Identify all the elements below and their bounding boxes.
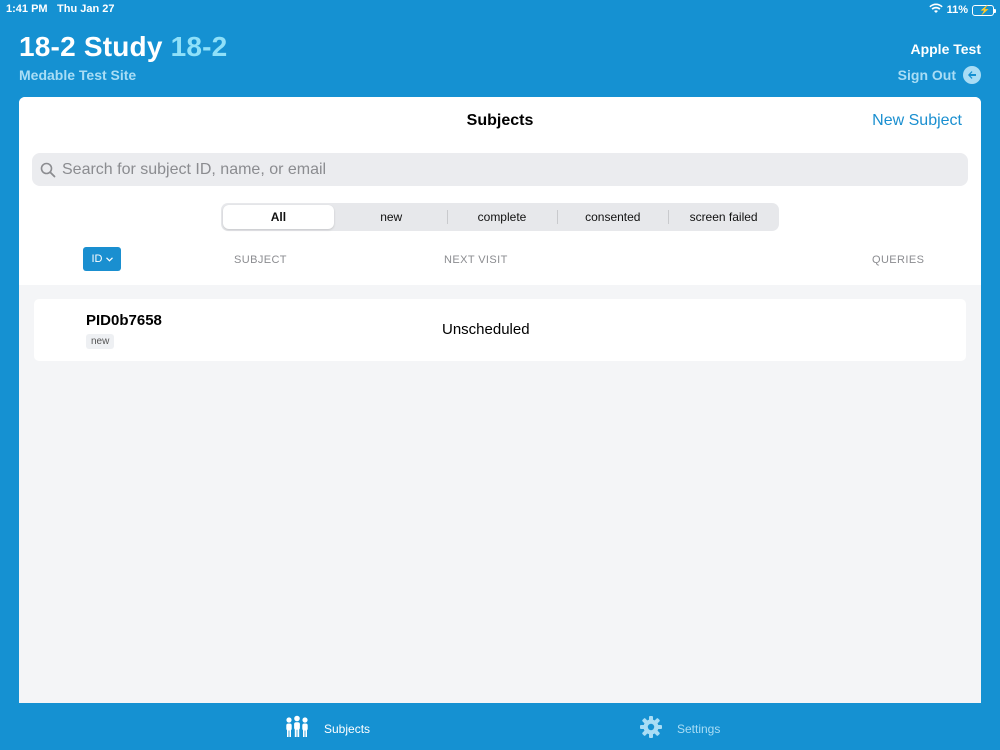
- battery-icon: ⚡: [972, 4, 996, 16]
- tab-settings-label: Settings: [677, 721, 721, 736]
- column-header-next-visit: NEXT VISIT: [444, 254, 508, 266]
- sort-id-label: ID: [91, 253, 103, 265]
- new-subject-button[interactable]: New Subject: [872, 112, 962, 130]
- status-filter: All new complete consented screen failed: [221, 203, 779, 231]
- gear-icon: [639, 715, 663, 742]
- search-input[interactable]: [60, 159, 944, 180]
- panel-title: Subjects: [466, 112, 534, 129]
- user-name: Apple Test: [910, 41, 981, 57]
- wifi-icon: [928, 3, 943, 17]
- tab-bar: Subjects Settings: [0, 703, 1000, 750]
- study-code: 18-2: [170, 31, 228, 62]
- next-visit: Unscheduled: [442, 321, 530, 338]
- status-bar: 1:41 PM Thu Jan 27 11% ⚡: [0, 0, 1000, 20]
- sign-out-icon: [963, 66, 981, 84]
- filter-screen-failed[interactable]: screen failed: [668, 203, 779, 231]
- chevron-down-icon: [105, 253, 113, 265]
- sort-id-button[interactable]: ID: [83, 247, 121, 271]
- filter-consented[interactable]: consented: [557, 203, 668, 231]
- column-header-subject: SUBJECT: [234, 254, 287, 266]
- sign-out-label: Sign Out: [897, 67, 956, 83]
- search-icon: [40, 162, 56, 178]
- study-name: 18-2 Study: [19, 31, 163, 62]
- column-header-queries: QUERIES: [872, 254, 925, 266]
- status-time: 1:41 PM: [6, 3, 48, 15]
- status-badge: new: [86, 334, 115, 349]
- sign-out-button[interactable]: Sign Out: [898, 66, 981, 84]
- people-icon: [284, 715, 310, 742]
- tab-subjects[interactable]: Subjects: [284, 715, 370, 742]
- tab-settings[interactable]: Settings: [639, 715, 720, 742]
- search-bar[interactable]: [32, 153, 968, 186]
- filter-all[interactable]: All: [223, 205, 334, 229]
- filter-complete[interactable]: complete: [446, 203, 558, 231]
- status-date: Thu Jan 27: [57, 3, 115, 15]
- subject-id: PID0b7658: [86, 312, 162, 329]
- battery-percent: 11%: [946, 4, 968, 16]
- status-right: 11% ⚡: [928, 3, 996, 17]
- subject-row[interactable]: PID0b7658 new Unscheduled: [34, 299, 966, 361]
- subjects-panel-header: Subjects New Subject All new complete co…: [19, 97, 981, 285]
- tab-subjects-label: Subjects: [324, 721, 371, 736]
- study-title: 18-2 Study 18-2: [19, 31, 227, 63]
- subjects-panel: Subjects New Subject All new complete co…: [19, 97, 981, 703]
- filter-new[interactable]: new: [336, 203, 447, 231]
- site-name: Medable Test Site: [19, 67, 137, 83]
